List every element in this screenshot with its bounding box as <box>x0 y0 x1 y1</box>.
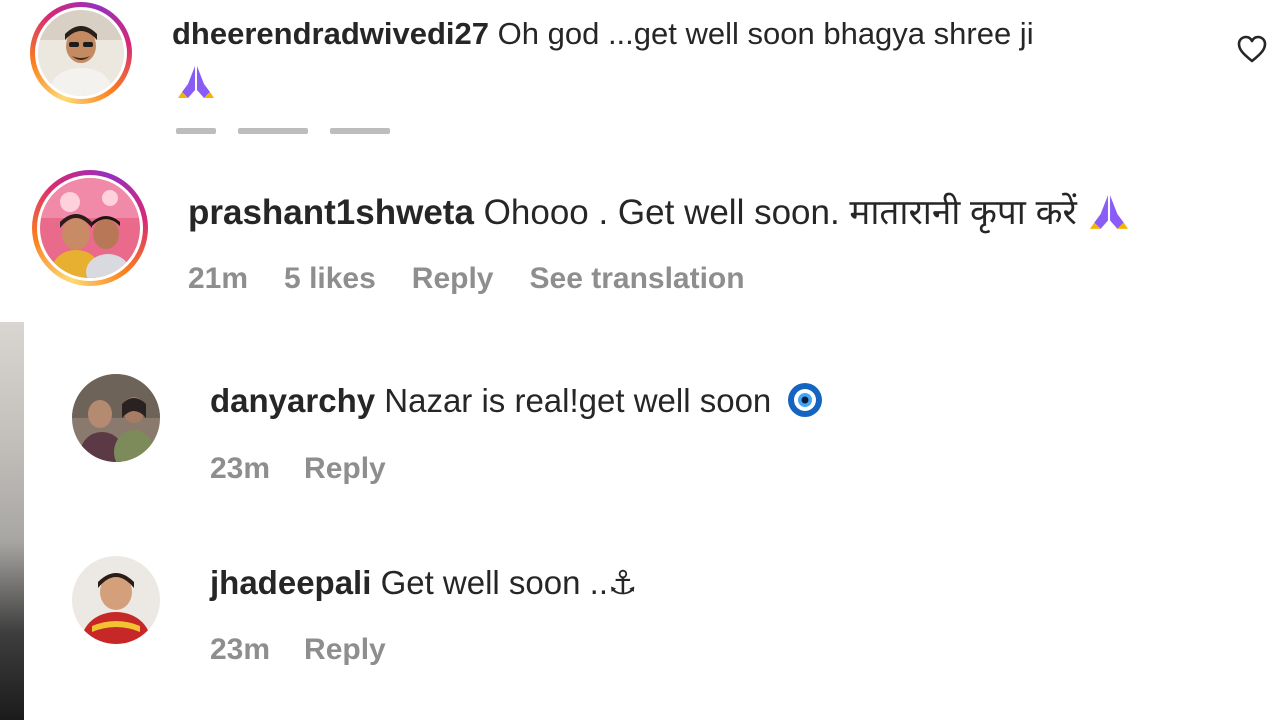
nazar-amulet-emoji <box>780 382 824 419</box>
profile-photo <box>38 10 124 96</box>
comment-body: Ohooo . Get well soon. मातारानी कृपा करे… <box>483 193 1077 232</box>
background-photo-edge <box>0 322 24 720</box>
reply-button[interactable]: Reply <box>412 262 494 296</box>
comment-username[interactable]: dheerendradwivedi27 <box>172 16 489 51</box>
comments-panel: dheerendradwivedi27 Oh god ...get well s… <box>0 0 1280 720</box>
comment-body: Get well soon ..⚓ <box>380 564 638 601</box>
pray-emoji <box>1087 193 1131 232</box>
profile-photo <box>72 556 160 644</box>
pray-emoji <box>176 62 216 100</box>
comment-text-row: prashant1shweta Ohooo . Get well soon. म… <box>188 188 1131 235</box>
comment-timestamp: 23m <box>210 633 271 666</box>
avatar-dheerendradwivedi27[interactable] <box>30 2 132 104</box>
see-translation-button[interactable]: See translation <box>530 262 745 296</box>
comment-body: Nazar is real!get well soon <box>384 382 772 419</box>
comment-username[interactable]: jhadeepali <box>210 564 371 601</box>
comment-meta-row: 23m Reply <box>210 452 386 486</box>
avatar-jhadeepali[interactable] <box>72 556 160 644</box>
profile-photo <box>72 374 160 462</box>
avatar-danyarchy[interactable] <box>72 374 160 462</box>
comment-timestamp: 23m <box>210 452 271 485</box>
comment-text-row: dheerendradwivedi27 Oh god ...get well s… <box>172 16 1034 52</box>
comment-text-row: jhadeepali Get well soon ..⚓ <box>210 563 638 602</box>
clipped-meta-row <box>176 124 476 136</box>
avatar-prashant1shweta[interactable] <box>32 170 148 286</box>
reply-button[interactable]: Reply <box>304 633 386 667</box>
comment-meta-row: 23m Reply <box>210 633 386 667</box>
comment-text-row: danyarchy Nazar is real!get well soon <box>210 382 824 420</box>
heart-icon[interactable] <box>1236 34 1268 69</box>
comment-body: Oh god ...get well soon bhagya shree ji <box>497 16 1034 51</box>
likes-count-link[interactable]: 5 likes <box>284 262 376 296</box>
comment-meta-row: 21m 5 likes Reply See translation <box>188 262 745 296</box>
reply-button[interactable]: Reply <box>304 452 386 486</box>
comment-timestamp: 21m <box>188 262 249 295</box>
profile-photo <box>40 178 140 278</box>
comment-username[interactable]: prashant1shweta <box>188 193 474 232</box>
comment-username[interactable]: danyarchy <box>210 382 375 419</box>
